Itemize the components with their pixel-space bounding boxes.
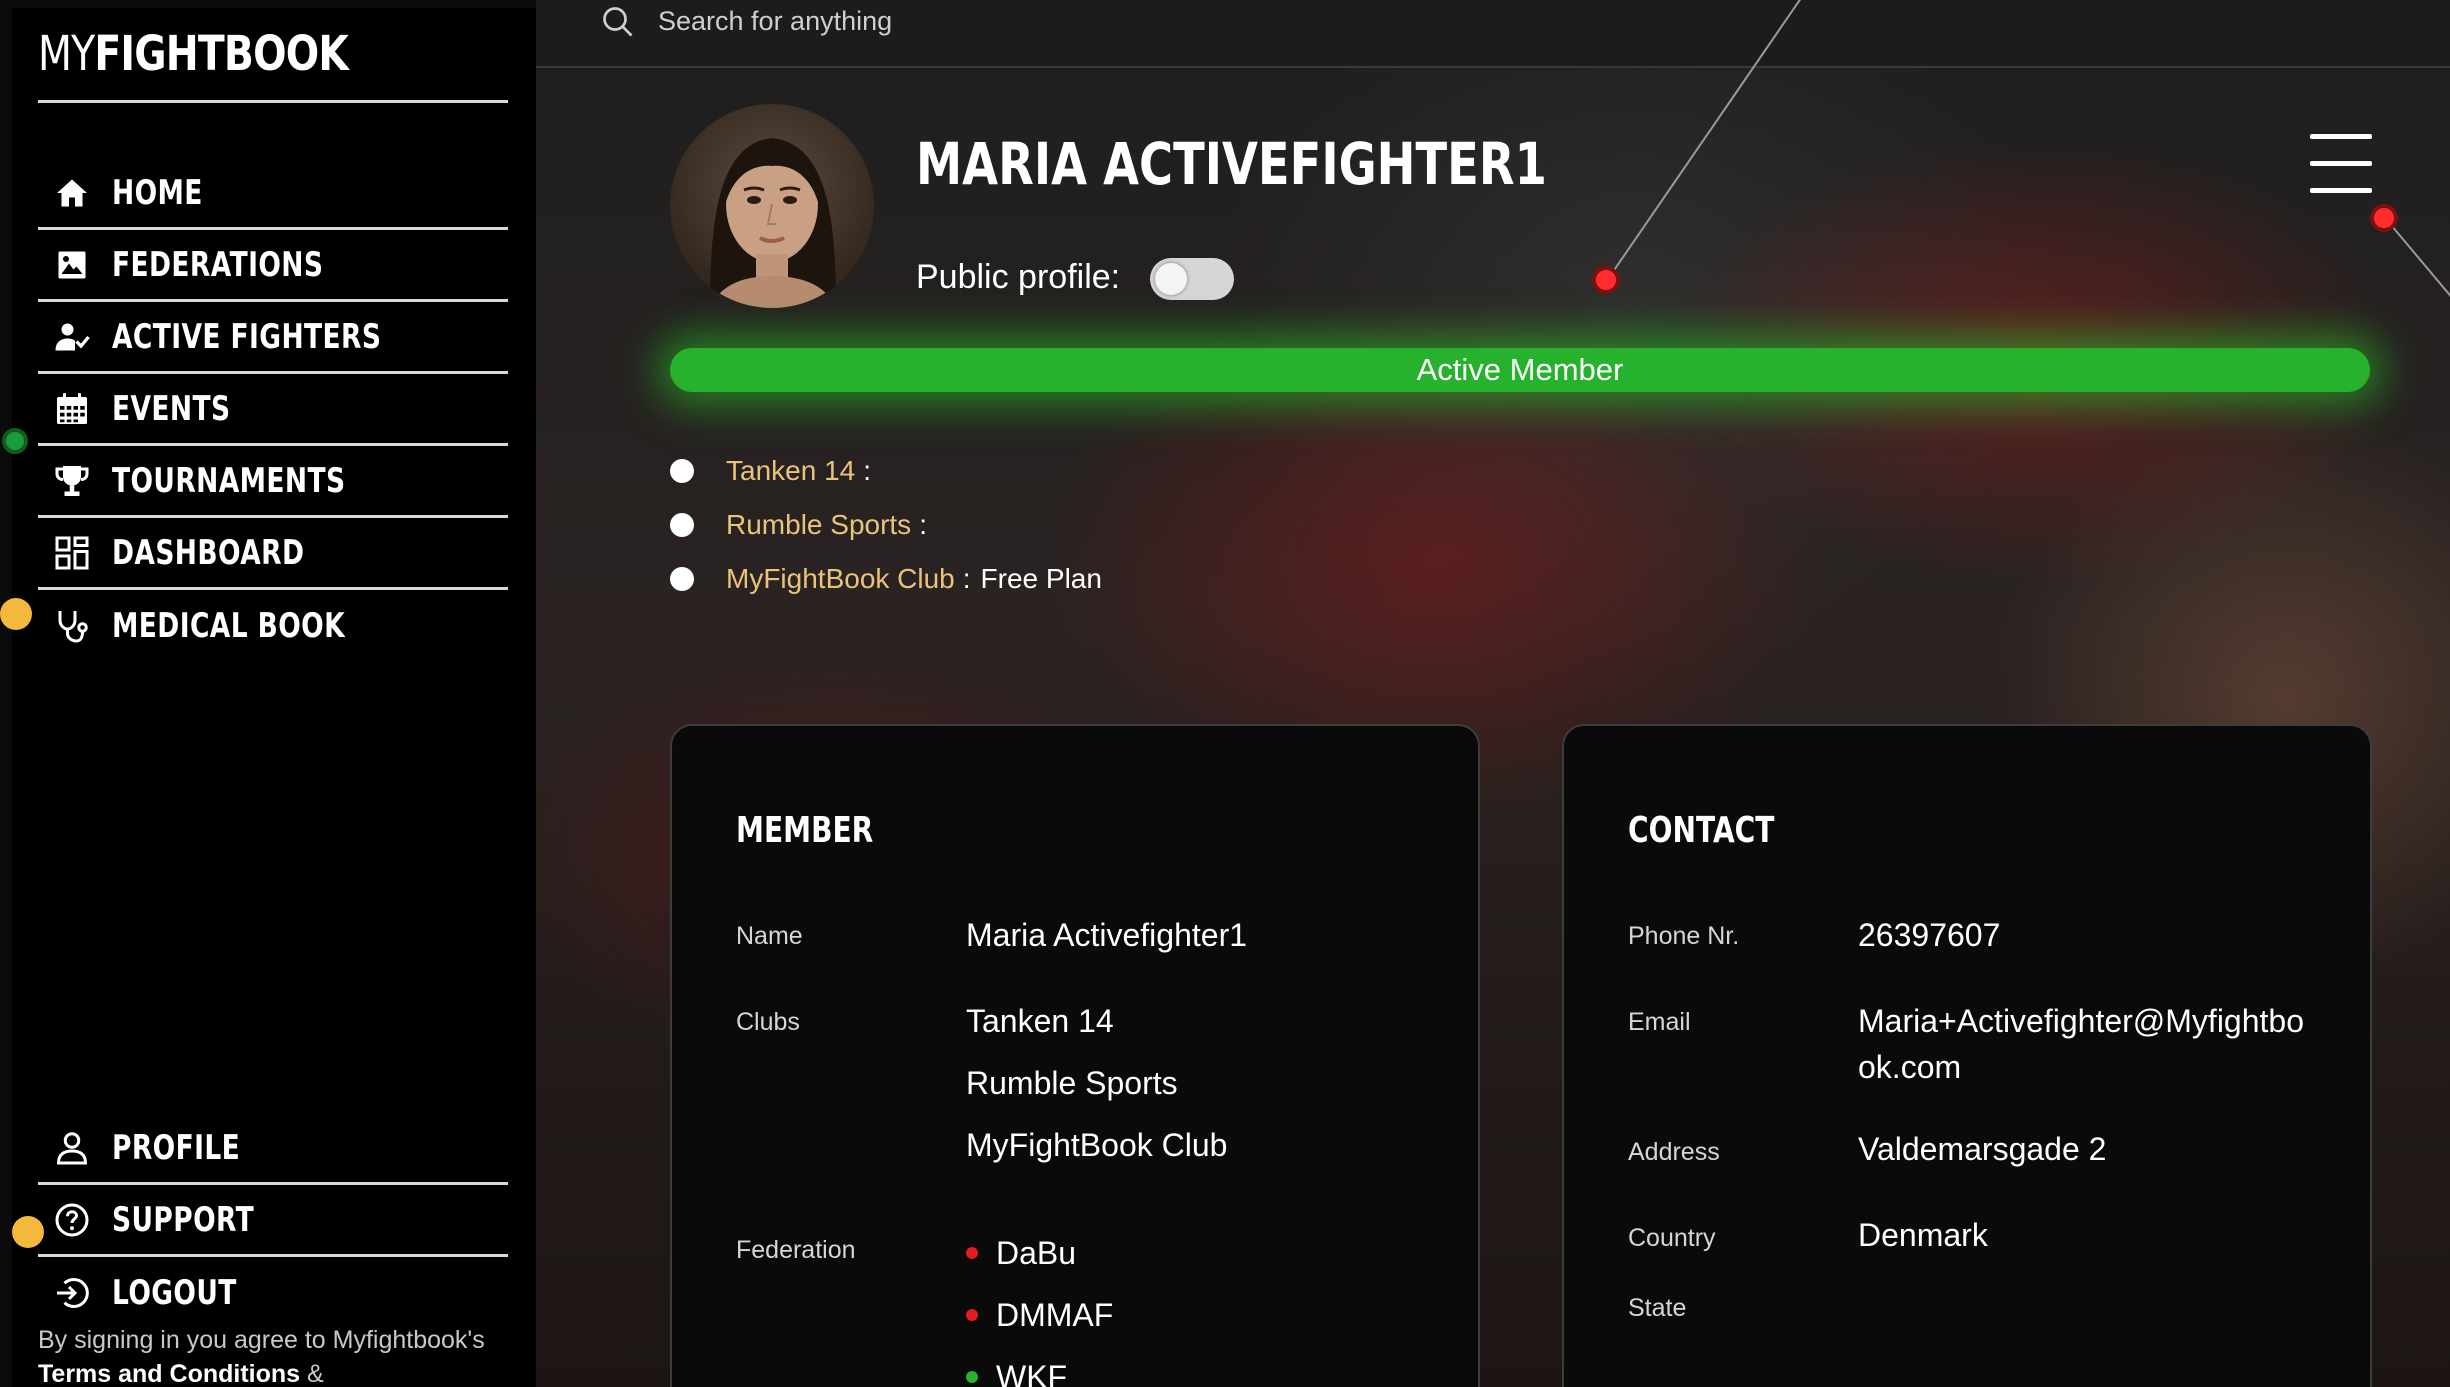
terms-notice: By signing in you agree to Myfightbook's… <box>38 1326 485 1387</box>
sidebar-item-home[interactable]: HOME <box>38 158 508 230</box>
name-value: Maria Activefighter1 <box>966 917 1248 953</box>
sidebar-item-active-fighters[interactable]: ACTIVE FIGHTERS <box>38 302 508 374</box>
public-profile-label: Public profile: <box>916 258 1121 296</box>
sidebar-item-label: EVENTS <box>112 388 231 429</box>
list-item: Tanken 14 : <box>670 444 1102 498</box>
sidebar-item-label: MEDICAL BOOK <box>112 606 346 646</box>
sidebar-item-federations[interactable]: FEDERATIONS <box>38 230 508 302</box>
sidebar-item-label: DASHBOARD <box>112 532 305 573</box>
image-icon <box>50 243 94 287</box>
home-icon <box>50 171 94 215</box>
bullet-icon <box>670 459 694 483</box>
club-link[interactable]: Rumble Sports <box>726 509 911 541</box>
list-item: Tanken 14 <box>966 1003 1114 1039</box>
list-item: MyFightBook Club : Free Plan <box>670 552 1102 606</box>
status-dot <box>966 1371 978 1383</box>
member-card: MEMBER Name Maria Activefighter1 Clubs T… <box>670 724 1480 1387</box>
list-item: Rumble Sports <box>966 1065 1178 1101</box>
bullet-icon <box>670 513 694 537</box>
email-label: Email <box>1628 1008 1691 1036</box>
terms-link[interactable]: Terms and Conditions <box>38 1360 300 1387</box>
sidebar-item-label: SUPPORT <box>112 1199 255 1240</box>
sidebar-item-profile[interactable]: PROFILE <box>38 1113 508 1185</box>
avatar[interactable] <box>670 104 874 308</box>
sidebar: MYFIGHTBOOK HOME FEDERATIONS ACTIVE FIGH… <box>12 8 536 1387</box>
contact-card: CONTACT Phone Nr. 26397607 Email Maria+A… <box>1562 724 2372 1387</box>
phone-value: 26397607 <box>1858 917 2001 953</box>
card-title: MEMBER <box>736 810 874 851</box>
toggle-knob <box>1155 263 1187 295</box>
list-item: DMMAF <box>966 1284 1446 1346</box>
club-link[interactable]: MyFightBook Club <box>726 563 955 595</box>
sidebar-bottom-nav: PROFILE SUPPORT LOGOUT <box>38 1113 508 1329</box>
federation-value: DaBu DMMAF WKF <box>966 1222 1446 1387</box>
country-value: Denmark <box>1858 1217 1988 1253</box>
sidebar-item-label: PROFILE <box>112 1127 241 1168</box>
list-item: Rumble Sports : <box>670 498 1102 552</box>
name-label: Name <box>736 922 803 950</box>
trophy-icon <box>50 459 94 503</box>
sidebar-item-label: TOURNAMENTS <box>112 460 346 501</box>
sidebar-item-tournaments[interactable]: TOURNAMENTS <box>38 446 508 518</box>
state-label: State <box>1628 1294 1687 1322</box>
phone-label: Phone Nr. <box>1628 922 1740 950</box>
clubs-label: Clubs <box>736 1008 800 1036</box>
help-icon <box>50 1198 94 1242</box>
logo-divider <box>38 100 508 103</box>
address-label: Address <box>1628 1138 1720 1166</box>
logout-icon <box>50 1271 94 1315</box>
search-icon[interactable] <box>600 4 636 40</box>
sidebar-item-label: ACTIVE FIGHTERS <box>112 316 382 357</box>
list-item: WKF <box>966 1346 1446 1387</box>
list-item: MyFightBook Club <box>966 1127 1228 1163</box>
main-content: MARIA ACTIVEFIGHTER1 Public profile: Act… <box>536 0 2450 1387</box>
hamburger-menu-icon[interactable] <box>2310 134 2372 194</box>
status-dot <box>966 1309 978 1321</box>
bullet-icon <box>670 567 694 591</box>
sidebar-item-logout[interactable]: LOGOUT <box>38 1257 508 1329</box>
federation-label: Federation <box>736 1236 856 1264</box>
sidebar-item-dashboard[interactable]: DASHBOARD <box>38 518 508 590</box>
user-icon <box>50 1126 94 1170</box>
sidebar-nav: HOME FEDERATIONS ACTIVE FIGHTERS EVENTS … <box>38 158 508 662</box>
green-marker-dot <box>2 428 28 454</box>
status-dot <box>966 1247 978 1259</box>
sidebar-item-events[interactable]: EVENTS <box>38 374 508 446</box>
sidebar-item-medical-book[interactable]: MEDICAL BOOK <box>38 590 508 662</box>
sidebar-item-label: LOGOUT <box>112 1273 237 1313</box>
calendar-icon <box>50 387 94 431</box>
list-item: DaBu <box>966 1222 1446 1284</box>
club-link[interactable]: Tanken 14 <box>726 455 855 487</box>
club-plan: Free Plan <box>980 563 1102 594</box>
clubs-value: Tanken 14 Rumble Sports MyFightBook Club <box>966 998 1446 1184</box>
search-input[interactable] <box>658 0 1358 42</box>
stethoscope-icon <box>50 604 94 648</box>
club-list: Tanken 14 : Rumble Sports : MyFightBook … <box>670 444 1102 606</box>
annotation-line <box>2385 218 2450 312</box>
public-profile-toggle[interactable] <box>1150 258 1234 300</box>
red-marker-dot <box>2370 204 2398 232</box>
user-check-icon <box>50 315 94 359</box>
membership-status-bar: Active Member <box>670 348 2370 392</box>
profile-name: MARIA ACTIVEFIGHTER1 <box>916 130 1547 198</box>
app-logo[interactable]: MYFIGHTBOOK <box>38 26 349 82</box>
search-bar <box>536 0 2450 68</box>
country-label: Country <box>1628 1224 1716 1252</box>
address-value: Valdemarsgade 2 <box>1858 1131 2107 1167</box>
email-value: Maria+Activefighter@Myfightbook.com <box>1858 1003 2304 1085</box>
yellow-marker-dot <box>0 598 32 630</box>
yellow-marker-dot <box>12 1216 44 1248</box>
red-marker-dot <box>1592 266 1620 294</box>
card-title: CONTACT <box>1628 810 1775 851</box>
sidebar-item-label: HOME <box>112 172 203 213</box>
dashboard-icon <box>50 531 94 575</box>
sidebar-item-support[interactable]: SUPPORT <box>38 1185 508 1257</box>
sidebar-item-label: FEDERATIONS <box>112 244 324 285</box>
